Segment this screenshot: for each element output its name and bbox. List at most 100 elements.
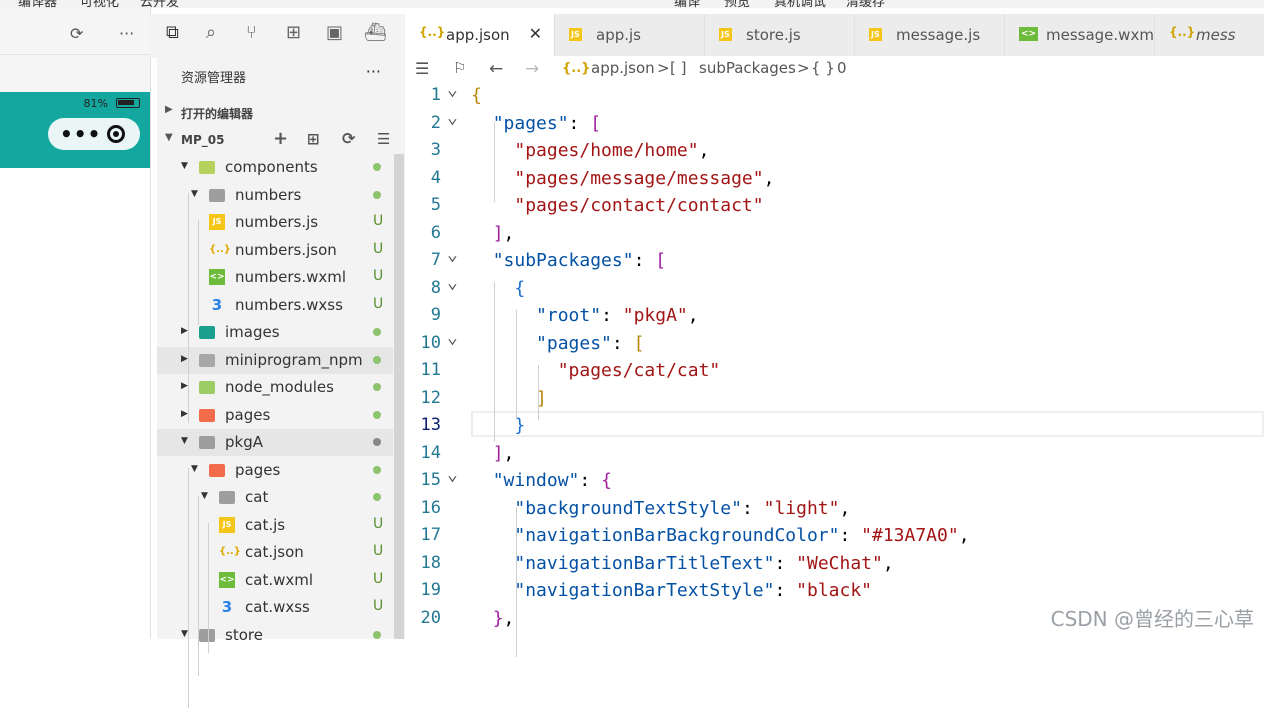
search-icon[interactable]: ⌕ [206,22,216,43]
tree-folder[interactable]: ▶ images [157,319,393,346]
docker-icon[interactable]: ⛴ [364,22,387,43]
code-line[interactable]: "root": "pkgA", [471,305,699,326]
tree-folder[interactable]: ▼ cat [157,484,393,511]
tree-folder[interactable]: ▼ pages [157,457,393,484]
tree-file[interactable]: JS numbers.js U [157,209,393,236]
code-line[interactable]: "window": { [471,470,612,491]
tree-item-label: cat.json [245,543,304,561]
chevron-right-icon[interactable]: ▶ [181,354,188,364]
refresh-icon[interactable]: ⟳ [70,24,83,43]
source-control-icon[interactable]: ⑂ [246,22,257,43]
code-line[interactable]: "pages/cat/cat" [471,360,721,381]
tree-file[interactable]: <> cat.wxml U [157,567,393,594]
tab-app-js[interactable]: JS app.js [555,14,705,56]
tab-mess[interactable]: {..} mess [1155,14,1264,56]
bookmark-icon[interactable]: ⚐ [453,59,466,77]
explorer-files-icon[interactable]: ⧉ [166,22,179,43]
code-line[interactable]: "pages": [ [471,113,601,134]
open-editors-section[interactable]: ▶ 打开的编辑器 [157,98,405,126]
list-icon[interactable]: ☰ [415,59,429,78]
tree-file[interactable]: <> numbers.wxml U [157,264,393,291]
tree-folder[interactable]: ▼ pkgA [157,429,393,456]
fold-chevron-icon[interactable]: ⌄ [447,79,458,100]
menu-item[interactable]: 真机调试 [774,0,826,8]
tree-folder[interactable]: ▶ miniprogram_npm [157,346,393,374]
breadcrumb-subpackages[interactable]: subPackages [699,59,796,77]
code-line[interactable]: "subPackages": [ [471,250,666,271]
explorer-scrollbar[interactable] [394,154,404,639]
fold-chevron-icon[interactable]: ⌄ [447,327,458,348]
fold-chevron-icon[interactable]: ⌄ [447,272,458,293]
capsule-menu-icon[interactable]: ••• [60,122,101,146]
tree-file[interactable]: {..} numbers.json U [157,237,393,264]
code-line[interactable]: "navigationBarBackgroundColor": "#13A7A0… [471,525,969,546]
tree-folder[interactable]: ▶ node_modules [157,374,393,401]
capsule-button[interactable]: ••• [48,118,140,150]
capsule-close-icon[interactable] [107,125,125,143]
code-line[interactable]: { [471,278,525,299]
new-file-icon[interactable]: + [273,128,288,149]
tree-folder[interactable]: ▼ components [157,154,393,181]
tab-message-wxml[interactable]: <> message.wxml [1005,14,1158,56]
code-line[interactable]: "pages/message/message", [471,168,774,189]
menu-item[interactable]: 清缓存 [846,0,885,8]
explorer-more-icon[interactable]: ··· [366,62,381,81]
refresh-explorer-icon[interactable]: ⟳ [342,129,355,148]
chevron-down-icon[interactable]: ▼ [181,161,188,171]
menu-item[interactable]: 可视化 [80,0,119,8]
tree-folder[interactable]: ▶ pages [157,402,393,429]
chevron-down-icon[interactable]: ▼ [181,629,188,639]
tree-file[interactable]: {..} cat.json U [157,539,393,566]
tree-folder[interactable]: ▼ numbers [157,182,393,209]
code-line[interactable]: "backgroundTextStyle": "light", [471,498,850,519]
back-arrow-icon[interactable]: ← [489,59,503,79]
project-section[interactable]: ▼ MP_05 + ⊞ ⟳ ☰ [157,126,405,154]
tree-file[interactable]: 3 cat.wxss U [157,594,393,621]
code-line[interactable]: ], [471,223,515,244]
chevron-right-icon[interactable]: ▶ [181,326,188,336]
code-editor[interactable]: 1 ⌄ {2 ⌄ "pages": [3 "pages/home/home", 4 "p… [405,79,1264,657]
tab-app-json[interactable]: {..} app.json ✕ [405,14,555,56]
code-line[interactable]: ], [471,443,515,464]
untracked-badge: U [373,570,384,587]
code-line[interactable]: "pages": [ [471,333,644,354]
indent-guide [188,468,189,708]
forward-arrow-icon[interactable]: → [525,59,539,79]
code-line[interactable]: ] [471,388,547,409]
code-line[interactable]: "pages/home/home", [471,140,709,161]
chevron-down-icon[interactable]: ▼ [191,189,198,199]
tree-file[interactable]: 3 numbers.wxss U [157,292,393,319]
close-icon[interactable]: ✕ [529,24,542,43]
chevron-down-icon[interactable]: ▼ [201,491,208,501]
modified-dot [373,488,381,505]
menu-item[interactable]: 预览 [724,0,750,8]
tab-store-js[interactable]: JS store.js [705,14,855,56]
storage-icon[interactable]: ▣ [326,22,343,43]
menu-item[interactable]: 编译器 [18,0,57,8]
new-folder-icon[interactable]: ⊞ [307,130,320,148]
menu-item[interactable]: 云开发 [140,0,179,8]
code-line[interactable]: "navigationBarTitleText": "WeChat", [471,553,893,574]
fold-chevron-icon[interactable]: ⌄ [447,107,458,128]
code-line[interactable]: } [471,415,525,436]
code-line[interactable]: "pages/contact/contact" [471,195,763,216]
tree-folder[interactable]: ▼ store [157,622,393,649]
code-line[interactable]: { [471,85,482,106]
chevron-right-icon[interactable]: ▶ [181,409,188,419]
chevron-down-icon[interactable]: ▼ [181,436,188,446]
breadcrumb-file[interactable]: app.json [591,59,655,77]
chevron-down-icon[interactable]: ▼ [191,464,198,474]
fold-chevron-icon[interactable]: ⌄ [447,244,458,265]
chevron-down-icon: ▼ [165,132,173,143]
code-line[interactable]: }, [471,608,515,629]
tab-message-js[interactable]: JS message.js [855,14,1005,56]
breadcrumb-index[interactable]: 0 [837,59,847,77]
tree-file[interactable]: JS cat.js U [157,512,393,539]
code-line[interactable]: "navigationBarTextStyle": "black" [471,580,872,601]
menu-item[interactable]: 编译 [674,0,700,8]
fold-chevron-icon[interactable]: ⌄ [447,464,458,485]
extensions-icon[interactable]: ⊞ [286,22,301,43]
chevron-right-icon[interactable]: ▶ [181,381,188,391]
collapse-all-icon[interactable]: ☰ [377,130,390,148]
more-icon[interactable]: ··· [119,24,134,43]
